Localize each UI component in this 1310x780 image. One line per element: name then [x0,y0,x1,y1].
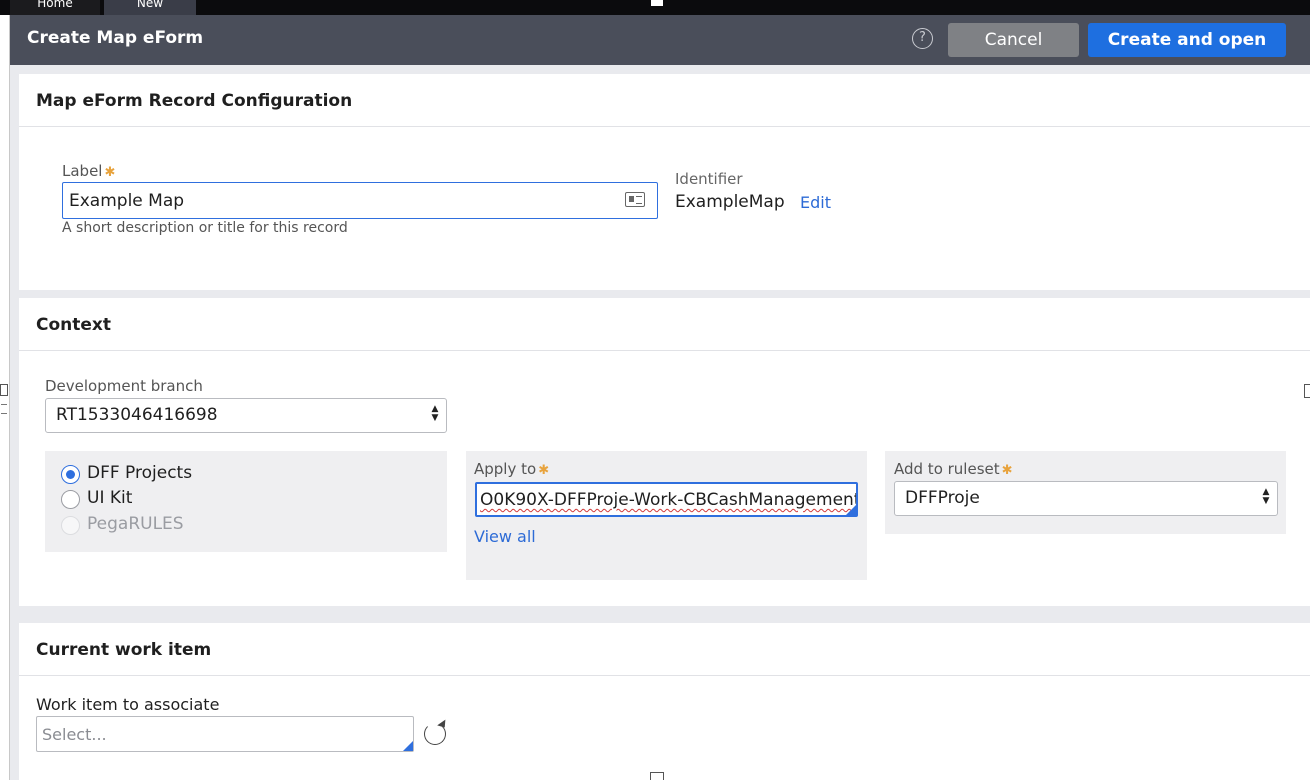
radio-label: DFF Projects [87,463,193,483]
cancel-button[interactable]: Cancel [948,23,1079,57]
branch-select-value: RT1533046416698 [56,405,218,425]
required-star-icon: ✱ [538,463,550,478]
work-item-placeholder: Select... [42,725,107,744]
bottom-resize-handle[interactable] [650,772,664,780]
left-resize-handle[interactable] [0,384,8,396]
autocomplete-corner-icon [846,505,856,515]
create-and-open-button[interactable]: Create and open [1088,23,1286,57]
ruleset-select[interactable]: DFFProje ▲ ▼ [894,481,1278,516]
ruleset-select-value: DFFProje [905,488,980,508]
select-arrows-icon: ▲ ▼ [1262,487,1270,506]
section-title: Current work item [19,623,1310,676]
identifier-value: ExampleMap [675,192,785,212]
branch-caption: Development branch [45,377,203,395]
section-title: Map eForm Record Configuration [19,74,1310,127]
modal-header: Create Map eForm ? Cancel Create and ope… [10,15,1310,65]
label-input-value: Example Map [69,191,185,211]
edit-identifier-link[interactable]: Edit [800,193,831,212]
apply-to-caption-text: Apply to [474,460,537,478]
radio-label: UI Kit [87,488,133,508]
right-resize-handle[interactable] [1304,384,1310,398]
label-caption-text: Label [62,162,103,180]
question-circle-icon[interactable]: ? [912,28,933,49]
apply-to-value: O0K90X-DFFProje-Work-CBCashManagement [480,490,858,510]
radio-icon[interactable] [61,490,80,509]
identifier-caption: Identifier [675,170,743,188]
required-star-icon: ✱ [1001,463,1013,478]
select-arrows-icon: ▲ ▼ [431,404,439,423]
radio-selected-icon[interactable] [61,465,80,484]
label-help-text: A short description or title for this re… [62,220,348,236]
work-item-caption: Work item to associate [36,695,220,714]
label-caption: Label ✱ [62,162,115,180]
work-item-panel: Current work item Work item to associate… [19,623,1310,780]
radio-disabled-icon [61,516,80,535]
apply-to-caption: Apply to ✱ [474,460,549,478]
refresh-icon[interactable] [424,723,446,745]
section-title: Context [19,298,1310,351]
tab-strip: Home New [0,0,1310,15]
label-input[interactable]: Example Map [62,182,658,219]
page-title: Create Map eForm [27,28,204,48]
radio-label: PegaRULES [87,514,184,534]
apply-to-input[interactable]: O0K90X-DFFProje-Work-CBCashManagement [475,482,858,517]
record-configuration-panel: Map eForm Record Configuration Label ✱ Ex… [19,74,1310,290]
branch-select[interactable]: RT1533046416698 ▲ ▼ [45,398,447,433]
ruleset-caption: Add to ruleset ✱ [894,460,1013,478]
id-card-icon[interactable] [625,192,645,207]
resize-handle[interactable] [651,0,663,6]
context-panel: Context Development branch RT15330464166… [19,298,1310,606]
work-item-input[interactable]: Select... [36,716,414,752]
tab-home[interactable]: Home [10,0,100,15]
view-all-link[interactable]: View all [474,527,536,546]
ruleset-caption-text: Add to ruleset [894,460,1000,478]
required-star-icon: ✱ [104,165,116,180]
left-edge-bar [0,15,10,780]
tab-new[interactable]: New [104,0,196,15]
grip-icon[interactable] [1,404,7,414]
autocomplete-corner-icon [403,741,413,751]
